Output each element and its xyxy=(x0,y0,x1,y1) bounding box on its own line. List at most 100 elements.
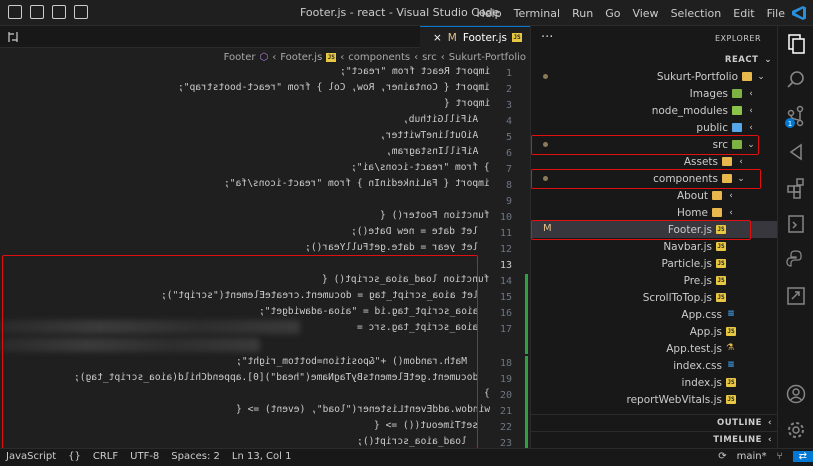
breadcrumb-item[interactable]: src xyxy=(422,52,437,63)
tree-item-folder[interactable]: ‹ node_modules xyxy=(531,102,778,119)
tree-item-folder[interactable]: ‹ Home xyxy=(531,204,778,221)
code-line: function Footer() { xyxy=(380,210,490,221)
status-eol[interactable]: CRLF xyxy=(93,451,118,462)
flask-icon: ⚗ xyxy=(726,343,735,353)
line-number: 15 xyxy=(499,292,512,303)
line-number: 9 xyxy=(505,196,512,207)
status-encoding[interactable]: UTF-8 xyxy=(130,451,159,462)
run-debug-icon[interactable] xyxy=(784,140,808,164)
menu-terminal[interactable]: Terminal xyxy=(514,7,561,20)
blurred-url xyxy=(0,338,260,352)
explorer-sidebar: ··· EXPLORER ⌄ REACT ⌄ Sukurt-Portfolio … xyxy=(530,26,778,448)
menu-help[interactable]: Help xyxy=(477,7,502,20)
menu-selection[interactable]: Selection xyxy=(671,7,722,20)
menu-run[interactable]: Run xyxy=(572,7,593,20)
js-file-icon: JS xyxy=(326,52,337,62)
compare-changes-icon[interactable] xyxy=(6,30,20,44)
extensions-icon[interactable] xyxy=(784,176,808,200)
live-preview-icon[interactable] xyxy=(784,284,808,308)
tab-label: Footer.js xyxy=(462,31,507,44)
remote-explorer-icon[interactable] xyxy=(784,212,808,236)
toggle-secondary-sidebar-icon[interactable] xyxy=(52,5,66,19)
tree-item-folder[interactable]: ‹ About xyxy=(531,187,778,204)
code-line: import { xyxy=(443,98,490,109)
code-line: Math.random() +"&position=bottom_right"; xyxy=(235,356,490,367)
line-number: 2 xyxy=(505,84,512,95)
python-icon[interactable] xyxy=(784,248,808,272)
menu-file[interactable]: File xyxy=(767,7,785,20)
tree-item-file[interactable]: ⚗ App.test.js xyxy=(531,340,778,357)
account-icon[interactable] xyxy=(784,382,808,406)
code-line: import React from "react"; xyxy=(339,66,490,77)
line-number: 12 xyxy=(499,244,512,255)
tab-bar: JS Footer.js M × xyxy=(0,26,530,48)
js-file-icon: JS xyxy=(716,225,726,234)
js-file-icon: JS xyxy=(726,327,736,336)
gear-icon[interactable] xyxy=(784,418,808,442)
toggle-panel-icon[interactable] xyxy=(8,5,22,19)
tree-item-folder[interactable]: ‹ public xyxy=(531,119,778,136)
status-indent[interactable]: Spaces: 2 xyxy=(171,451,220,462)
line-number: 5 xyxy=(505,132,512,143)
status-braces-icon[interactable]: {} xyxy=(68,451,81,462)
code-view[interactable]: import React from "react"; import { Cont… xyxy=(0,66,490,448)
section-react[interactable]: ⌄ REACT xyxy=(531,52,778,68)
breadcrumb-item[interactable]: Sukurt-Portfolio xyxy=(449,52,526,63)
tree-item-file[interactable]: ≡ App.css xyxy=(531,306,778,323)
search-icon[interactable] xyxy=(784,68,808,92)
close-icon[interactable]: × xyxy=(433,32,442,44)
sync-icon[interactable]: ⟳ xyxy=(718,451,726,462)
tree-item-file-selected[interactable]: JS Footer.js M xyxy=(531,221,778,238)
tree-item-label: Images xyxy=(689,87,728,100)
tree-item-folder[interactable]: ⌄ src xyxy=(531,136,778,153)
folder-icon xyxy=(722,157,732,166)
tree-item-label: ScrollToTop.js xyxy=(642,291,712,304)
status-cursor-position[interactable]: Ln 13, Col 1 xyxy=(232,451,292,462)
tree-item-label: public xyxy=(696,121,728,134)
code-line: AiFillGithub, xyxy=(403,114,490,125)
line-number: 1 xyxy=(505,68,512,79)
menu-edit[interactable]: Edit xyxy=(733,7,754,20)
section-outline[interactable]: ‹ OUTLINE xyxy=(531,414,778,430)
breadcrumb-item[interactable]: Footer xyxy=(224,52,256,63)
tree-item-file[interactable]: ≡ index.css xyxy=(531,357,778,374)
line-number: 19 xyxy=(499,374,512,385)
source-control-icon[interactable]: 1 xyxy=(784,104,808,128)
line-number: 11 xyxy=(499,228,512,239)
modified-dot xyxy=(543,74,548,79)
status-language[interactable]: JavaScript xyxy=(6,451,56,462)
tree-item-file[interactable]: JS reportWebVitals.js xyxy=(531,391,778,408)
chevron-down-icon: ⌄ xyxy=(757,71,765,82)
section-label: TIMELINE xyxy=(713,434,762,445)
line-number: 17 xyxy=(499,324,512,335)
more-actions-icon[interactable]: ··· xyxy=(541,30,553,45)
explorer-icon[interactable] xyxy=(784,32,808,56)
status-branch[interactable]: main* xyxy=(737,451,767,462)
tree-item-label: Navbar.js xyxy=(663,240,712,253)
tree-item-label: reportWebVitals.js xyxy=(626,393,723,406)
tree-item-file[interactable]: JS App.js xyxy=(531,323,778,340)
toggle-sidebar-icon[interactable] xyxy=(30,5,44,19)
function-icon: ⬡ xyxy=(259,51,269,63)
tree-item-folder[interactable]: ‹ Images xyxy=(531,85,778,102)
vscode-logo-icon xyxy=(792,6,806,20)
section-timeline[interactable]: ‹ TIMELINE xyxy=(531,431,778,447)
folder-icon xyxy=(722,174,732,183)
breadcrumb-item[interactable]: components xyxy=(348,52,410,63)
chevron-icon: ‹ xyxy=(414,51,419,63)
tree-item-file[interactable]: JS index.js xyxy=(531,374,778,391)
remote-icon[interactable]: ⇄ xyxy=(792,451,813,462)
tree-item-file[interactable]: JS Pre.js xyxy=(531,272,778,289)
tree-item-folder[interactable]: ⌄ Sukurt-Portfolio xyxy=(531,68,778,85)
tree-item-folder[interactable]: ⌄ components xyxy=(531,170,778,187)
menu-go[interactable]: Go xyxy=(605,7,620,20)
git-added-indicator xyxy=(525,274,528,354)
tree-item-folder[interactable]: ‹ Assets xyxy=(531,153,778,170)
menu-view[interactable]: View xyxy=(632,7,658,20)
tree-item-file[interactable]: JS Particle.js xyxy=(531,255,778,272)
breadcrumb-item[interactable]: Footer.js xyxy=(280,52,322,63)
tree-item-file[interactable]: JS ScrollToTop.js xyxy=(531,289,778,306)
tab-footer-js[interactable]: JS Footer.js M × xyxy=(420,26,530,48)
tree-item-file[interactable]: JS Navbar.js xyxy=(531,238,778,255)
customize-layout-icon[interactable] xyxy=(74,5,88,19)
